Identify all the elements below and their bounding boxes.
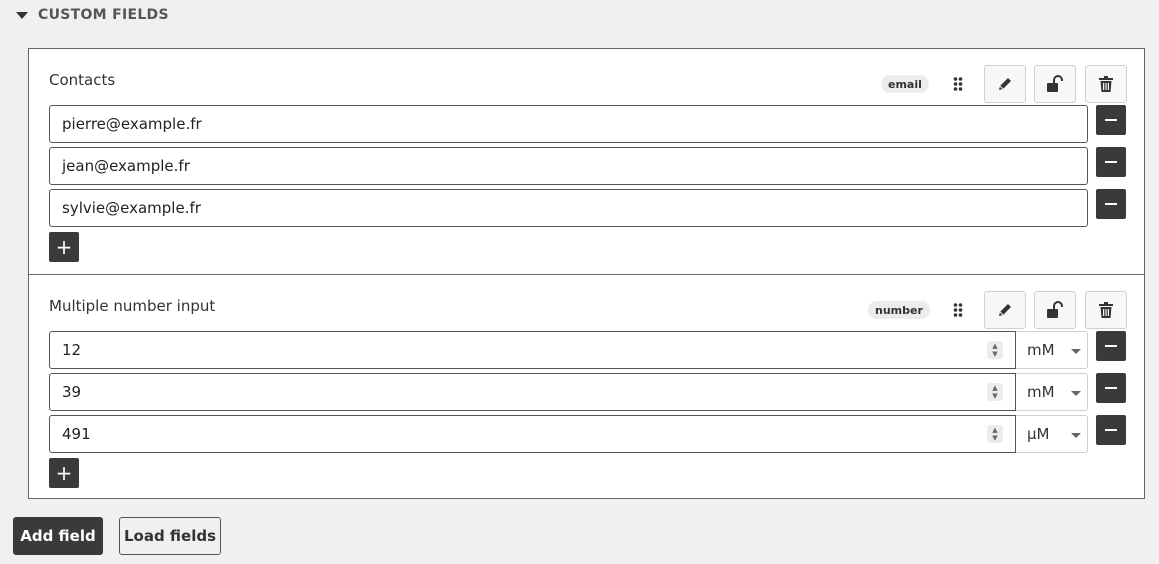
remove-value-button[interactable] (1096, 147, 1126, 177)
field-title: Multiple number input (49, 297, 216, 315)
delete-field-button[interactable] (1085, 291, 1127, 329)
custom-fields-panel: Contacts email pierre@example.fr jean@ex… (28, 48, 1145, 499)
edit-field-button[interactable] (984, 65, 1026, 103)
trash-icon (1099, 76, 1113, 92)
unit-value: µM (1027, 425, 1050, 443)
add-field-button[interactable]: Add field (13, 517, 103, 555)
number-value: 491 (62, 425, 91, 443)
remove-value-button[interactable] (1096, 105, 1126, 135)
spinner-icon[interactable]: ▲ ▼ (987, 383, 1003, 401)
remove-value-button[interactable] (1096, 331, 1126, 361)
lock-field-button[interactable] (1034, 65, 1076, 103)
field-type-badge: number (868, 301, 930, 319)
spinner-icon[interactable]: ▲ ▼ (987, 341, 1003, 359)
chevron-down-icon (1071, 349, 1081, 354)
custom-fields-toggle[interactable]: CUSTOM FIELDS (16, 4, 169, 26)
email-input[interactable]: jean@example.fr (49, 147, 1088, 185)
section-title: CUSTOM FIELDS (38, 7, 169, 23)
unlock-icon (1047, 301, 1063, 318)
email-input[interactable]: sylvie@example.fr (49, 189, 1088, 227)
load-fields-button[interactable]: Load fields (119, 517, 221, 555)
email-input[interactable]: pierre@example.fr (49, 105, 1088, 143)
unlock-icon (1047, 75, 1063, 92)
field-type-badge: email (881, 75, 929, 93)
remove-value-button[interactable] (1096, 415, 1126, 445)
chevron-down-icon (1071, 433, 1081, 438)
drag-handle-icon[interactable] (949, 73, 967, 95)
add-value-button[interactable]: + (49, 232, 79, 262)
field-title: Contacts (49, 71, 116, 89)
drag-handle-icon[interactable] (949, 299, 967, 321)
unit-value: mM (1027, 341, 1055, 359)
field-multiple-number-input: Multiple number input number 12 ▲ ▼ mM 3… (29, 275, 1144, 500)
remove-value-button[interactable] (1096, 189, 1126, 219)
caret-down-icon (16, 11, 28, 19)
lock-field-button[interactable] (1034, 291, 1076, 329)
remove-value-button[interactable] (1096, 373, 1126, 403)
field-contacts: Contacts email pierre@example.fr jean@ex… (29, 49, 1144, 275)
number-input[interactable]: 12 ▲ ▼ (49, 331, 1016, 369)
number-input[interactable]: 491 ▲ ▼ (49, 415, 1016, 453)
number-input[interactable]: 39 ▲ ▼ (49, 373, 1016, 411)
delete-field-button[interactable] (1085, 65, 1127, 103)
unit-select[interactable]: mM (1016, 331, 1088, 369)
chevron-down-icon (1071, 391, 1081, 396)
number-value: 39 (62, 383, 82, 401)
unit-select[interactable]: mM (1016, 373, 1088, 411)
spinner-icon[interactable]: ▲ ▼ (987, 425, 1003, 443)
unit-value: mM (1027, 383, 1055, 401)
trash-icon (1099, 302, 1113, 318)
number-value: 12 (62, 341, 82, 359)
pencil-icon (999, 78, 1011, 90)
unit-select[interactable]: µM (1016, 415, 1088, 453)
pencil-icon (999, 304, 1011, 316)
edit-field-button[interactable] (984, 291, 1026, 329)
add-value-button[interactable]: + (49, 458, 79, 488)
